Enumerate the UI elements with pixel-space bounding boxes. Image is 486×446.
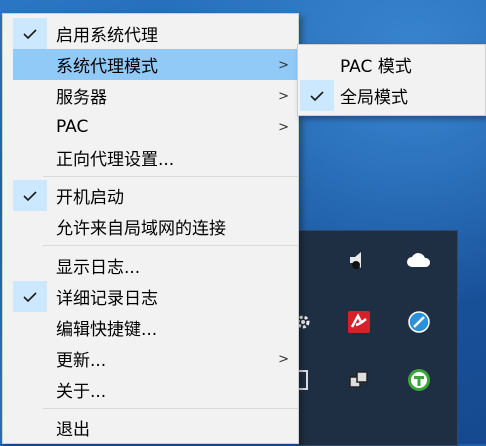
check-slot	[13, 343, 47, 374]
check-slot	[13, 49, 47, 80]
menu-item-edit-hotkeys[interactable]: 编辑快捷键...	[13, 312, 299, 343]
menu-item-label: 详细记录日志	[56, 289, 158, 309]
menu-item-label: 关于...	[56, 382, 107, 402]
menu-item-forward-proxy-settings[interactable]: 正向代理设置...	[13, 142, 299, 173]
menu-item-verbose-logging[interactable]: 详细记录日志	[13, 281, 299, 312]
context-menu: 启用系统代理 系统代理模式 > 服务器 > PAC > 正向代理设置... 开机…	[2, 13, 299, 444]
tray-overflow-panel	[296, 230, 458, 446]
menu-item-about[interactable]: 关于...	[13, 374, 299, 405]
menu-item-exit[interactable]: 退出	[13, 412, 299, 443]
menu-item-label: 显示日志...	[56, 258, 141, 278]
torrent-icon[interactable]	[405, 366, 433, 394]
chevron-right-icon: >	[278, 352, 289, 367]
menu-item-label: 更新...	[56, 351, 107, 371]
check-slot	[13, 412, 47, 443]
menu-separator	[43, 245, 299, 246]
checkmark-icon	[13, 281, 47, 312]
speaker-icon[interactable]	[345, 246, 373, 274]
menu-separator	[43, 408, 299, 409]
menu-item-allow-lan[interactable]: 允许来自局域网的连接	[13, 211, 299, 242]
menu-item-label: 服务器	[56, 88, 107, 108]
menu-separator	[43, 176, 299, 177]
menu-item-label: 启用系统代理	[56, 26, 158, 46]
menu-item-enable-system-proxy[interactable]: 启用系统代理	[13, 18, 299, 49]
submenu-item-label: 全局模式	[340, 88, 408, 108]
checkmark-icon	[13, 180, 47, 211]
check-slot	[13, 312, 47, 343]
submenu-item-global-mode[interactable]: 全局模式	[298, 80, 485, 111]
menu-item-label: 退出	[56, 420, 90, 440]
check-slot	[13, 80, 47, 111]
menu-item-label: 系统代理模式	[56, 57, 158, 77]
menu-item-label: PAC	[56, 116, 89, 137]
menu-item-start-on-boot[interactable]: 开机启动	[13, 180, 299, 211]
menu-item-label: 编辑快捷键...	[56, 320, 158, 340]
copy-icon[interactable]	[345, 366, 373, 394]
antivirus-icon[interactable]	[345, 308, 373, 336]
submenu-item-label: PAC 模式	[340, 57, 412, 77]
check-slot	[13, 111, 47, 142]
chevron-right-icon: >	[278, 89, 289, 104]
checkmark-icon	[13, 18, 47, 49]
check-slot	[13, 142, 47, 173]
proxy-mode-submenu: PAC 模式 全局模式	[297, 44, 486, 116]
compass-icon[interactable]	[405, 308, 433, 336]
menu-item-updates[interactable]: 更新... >	[13, 343, 299, 374]
menu-item-label: 正向代理设置...	[56, 150, 175, 170]
cloud-icon[interactable]	[405, 246, 433, 274]
chevron-right-icon: >	[278, 58, 289, 73]
menu-item-label: 开机启动	[56, 188, 124, 208]
menu-item-pac[interactable]: PAC >	[13, 111, 299, 142]
checkmark-icon	[300, 80, 334, 111]
check-slot	[13, 374, 47, 405]
check-slot	[13, 211, 47, 242]
menu-item-show-log[interactable]: 显示日志...	[13, 250, 299, 281]
chevron-right-icon: >	[278, 120, 289, 135]
check-slot	[13, 250, 47, 281]
menu-item-servers[interactable]: 服务器 >	[13, 80, 299, 111]
submenu-item-pac-mode[interactable]: PAC 模式	[298, 49, 485, 80]
menu-item-label: 允许来自局域网的连接	[56, 219, 226, 239]
menu-item-system-proxy-mode[interactable]: 系统代理模式 >	[13, 49, 299, 80]
